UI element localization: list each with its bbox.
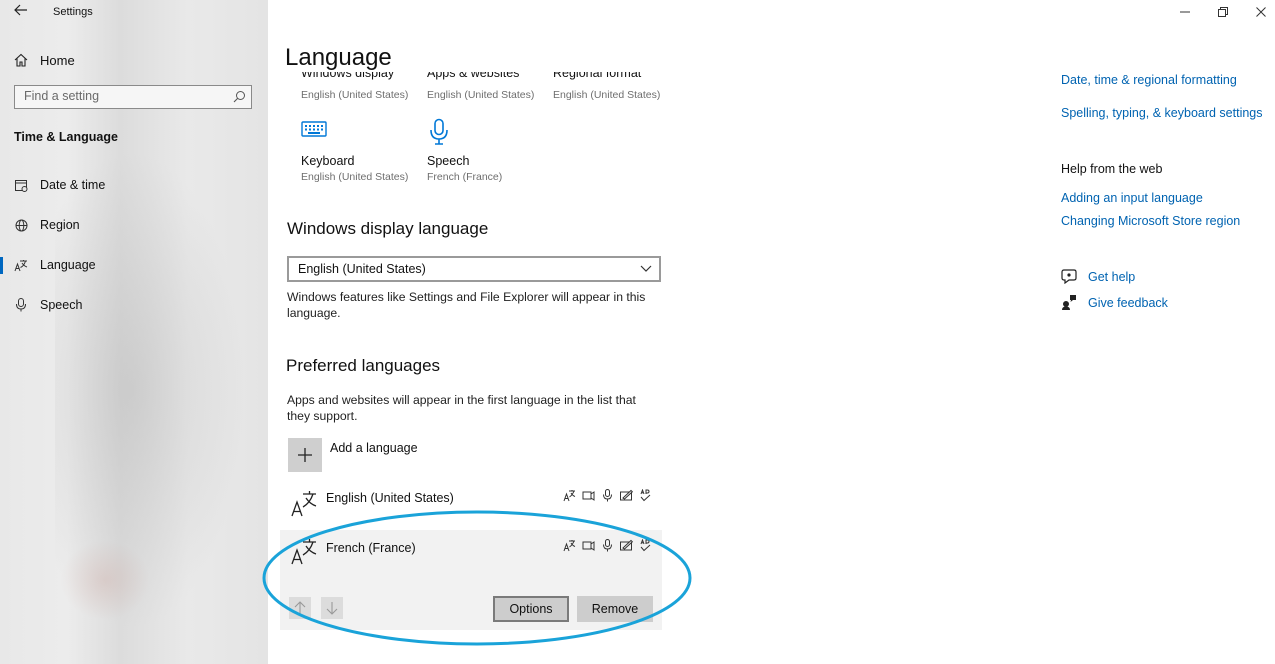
spellcheck-icon — [638, 538, 653, 553]
options-button[interactable]: Options — [493, 596, 569, 622]
language-name: French (France) — [326, 541, 416, 555]
help-heading: Help from the web — [1061, 162, 1163, 176]
page-title: Language — [285, 44, 392, 71]
link-date-time-formatting[interactable]: Date, time & regional formatting — [1061, 73, 1237, 87]
remove-button[interactable]: Remove — [577, 596, 653, 622]
background-blur — [60, 540, 150, 620]
text-to-speech-icon — [581, 488, 596, 503]
restore-button[interactable] — [1204, 0, 1242, 24]
display-language-icon — [562, 488, 577, 503]
give-feedback-link[interactable]: Give feedback — [1088, 296, 1168, 310]
add-language-button[interactable]: Add a language — [288, 438, 418, 472]
title-bar: Settings — [0, 0, 268, 24]
sidebar-item-label: Region — [40, 218, 80, 232]
tile-windows-display[interactable]: English (United States) — [301, 86, 408, 101]
sidebar-item-date-time[interactable]: Date & time — [0, 170, 268, 200]
sidebar-item-label: Language — [40, 258, 96, 272]
scrolled-tile-labels: Windows display Apps & websites Regional… — [268, 72, 688, 80]
tile-sub: English (United States) — [301, 89, 409, 101]
tile-speech[interactable]: Speech French (France) — [427, 118, 502, 183]
preferred-languages-heading: Preferred languages — [286, 356, 441, 375]
close-button[interactable] — [1242, 0, 1275, 24]
language-item-english[interactable]: English (United States) — [280, 482, 662, 528]
handwriting-icon — [619, 538, 634, 553]
sidebar-item-speech[interactable]: Speech — [0, 290, 268, 320]
chevron-down-icon — [640, 265, 652, 272]
arrow-down-icon — [326, 602, 338, 615]
language-icon — [291, 539, 317, 565]
get-help-icon — [1061, 269, 1077, 284]
tile-apps-websites[interactable]: English (United States) — [427, 86, 534, 101]
home-label: Home — [40, 52, 75, 68]
minimize-button[interactable] — [1166, 0, 1204, 24]
keyboard-icon — [301, 121, 327, 137]
tile-display-name: Windows display — [301, 72, 395, 80]
microphone-icon — [430, 118, 448, 145]
spellcheck-icon — [638, 488, 653, 503]
tile-sub: French (France) — [427, 171, 503, 183]
section-title: Time & Language — [14, 130, 118, 144]
speech-recognition-icon — [600, 488, 615, 503]
microphone-icon — [14, 298, 28, 312]
search-input[interactable] — [15, 86, 224, 106]
language-icon — [291, 491, 317, 517]
sidebar-item-label: Speech — [40, 298, 83, 312]
handwriting-icon — [619, 488, 634, 503]
minimize-icon — [1180, 11, 1190, 13]
link-spelling-typing[interactable]: Spelling, typing, & keyboard settings — [1061, 106, 1263, 120]
tile-speech-name: Speech — [427, 154, 470, 168]
tile-regional-name: Regional format — [553, 72, 642, 80]
tile-sub: English (United States) — [301, 171, 409, 183]
arrow-up-icon — [294, 601, 306, 614]
tile-sub: English (United States) — [553, 89, 661, 101]
text-to-speech-icon — [581, 538, 596, 553]
language-features — [562, 488, 653, 503]
preferred-languages-description: Apps and websites will appear in the fir… — [287, 393, 636, 423]
sidebar-item-region[interactable]: Region — [0, 210, 268, 240]
restore-icon — [1218, 7, 1228, 17]
speech-recognition-icon — [600, 538, 615, 553]
dropdown-value: English (United States) — [298, 262, 426, 276]
active-indicator — [0, 257, 3, 274]
tile-keyboard-name: Keyboard — [301, 154, 355, 168]
tile-regional-format[interactable]: English (United States) — [553, 86, 660, 101]
display-language-icon — [562, 538, 577, 553]
tile-keyboard[interactable]: Keyboard English (United States) — [301, 120, 408, 183]
globe-icon — [14, 219, 28, 232]
calendar-clock-icon — [14, 179, 28, 192]
add-language-label: Add a language — [330, 441, 418, 455]
home-icon — [14, 53, 28, 67]
display-language-dropdown[interactable]: English (United States) — [287, 256, 661, 282]
move-up-button[interactable] — [289, 597, 311, 619]
link-changing-store-region[interactable]: Changing Microsoft Store region — [1061, 214, 1240, 228]
language-features — [562, 538, 653, 553]
search-box[interactable] — [14, 85, 252, 109]
back-arrow-icon[interactable] — [10, 3, 32, 21]
tile-apps-name: Apps & websites — [427, 72, 520, 80]
sidebar-item-label: Date & time — [40, 178, 106, 192]
nav-home[interactable]: Home — [14, 50, 75, 70]
close-icon — [1256, 7, 1266, 17]
plus-icon — [288, 438, 322, 472]
app-title: Settings — [53, 6, 93, 18]
display-language-heading: Windows display language — [287, 219, 489, 238]
tile-sub: English (United States) — [427, 89, 535, 101]
sidebar-item-language[interactable]: Language — [0, 250, 268, 280]
display-language-description: Windows features like Settings and File … — [287, 290, 646, 320]
language-name: English (United States) — [326, 491, 454, 505]
move-down-button[interactable] — [321, 597, 343, 619]
navigation-pane: Settings Home Time & Language Date & tim… — [0, 0, 268, 664]
language-icon — [14, 259, 28, 272]
feedback-icon — [1062, 295, 1076, 310]
link-adding-input-language[interactable]: Adding an input language — [1061, 191, 1203, 205]
search-icon[interactable] — [233, 90, 246, 103]
get-help-link[interactable]: Get help — [1088, 270, 1135, 284]
